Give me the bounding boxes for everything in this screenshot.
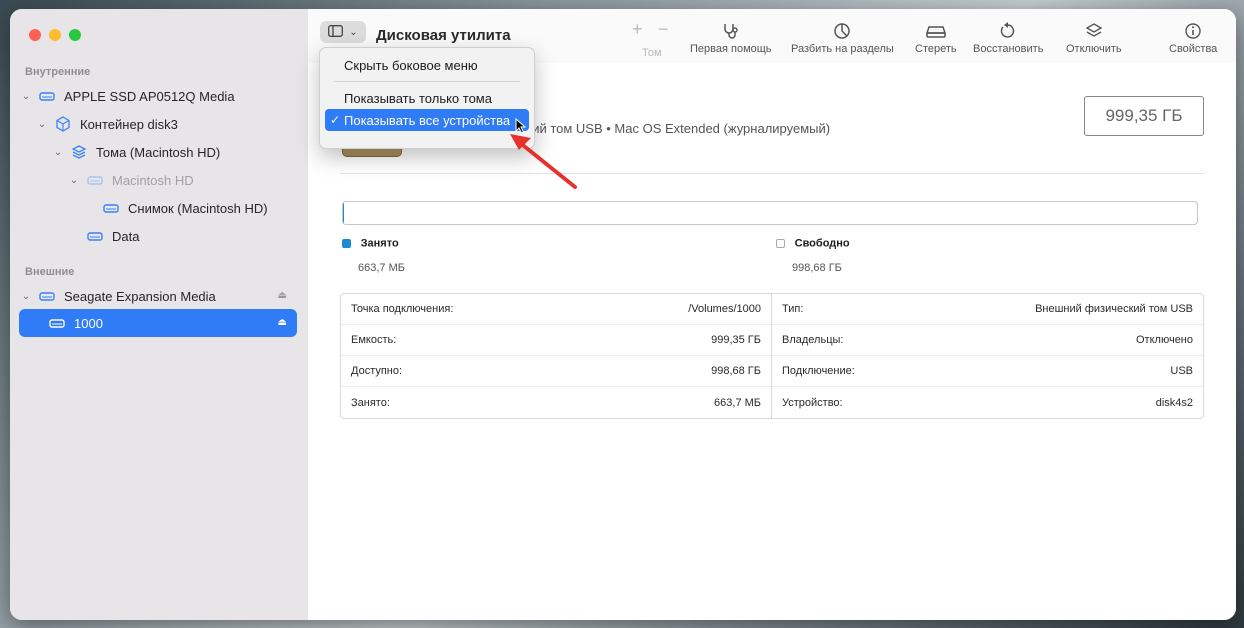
usage-bar	[342, 201, 1198, 225]
add-volume-button[interactable]: +	[632, 19, 643, 39]
sidebar-item-macintosh-hd[interactable]: ⌄ Macintosh HD	[19, 166, 297, 194]
erase-button[interactable]: Стереть	[915, 21, 957, 55]
annotation-arrow-icon	[510, 134, 577, 189]
minimize-window-button[interactable]	[49, 29, 61, 41]
eject-icon[interactable]: ⏏	[278, 317, 287, 328]
chevron-down-icon[interactable]: ⌄	[67, 175, 81, 186]
sidebar-item-data[interactable]: Data	[19, 222, 297, 250]
layers-icon	[71, 144, 87, 160]
volume-label: Том	[642, 47, 662, 59]
chevron-down-icon[interactable]: ⌄	[51, 147, 65, 158]
sidebar-toggle-button[interactable]: ⌄	[320, 21, 366, 43]
chevron-down-icon[interactable]: ⌄	[19, 291, 33, 302]
sidebar-item-container[interactable]: ⌄ Контейнер disk3	[19, 110, 297, 138]
restore-icon	[999, 21, 1017, 41]
unmount-button[interactable]: Отключить	[1066, 21, 1122, 55]
menu-item-hide-sidebar[interactable]: Скрыть боковое меню	[325, 54, 529, 76]
unmount-icon	[1085, 21, 1103, 41]
sidebar-item-volumes-group[interactable]: ⌄ Тома (Macintosh HD)	[19, 138, 297, 166]
disk-icon	[87, 228, 103, 244]
legend-used: Занято 663,7 МБ	[342, 235, 405, 274]
sidebar-icon	[328, 24, 344, 40]
info-row: Тип: Внешний физический том USB	[772, 294, 1203, 325]
close-window-button[interactable]	[29, 29, 41, 41]
legend-free: Свободно 998,68 ГБ	[776, 235, 850, 274]
sidebar-item-1000[interactable]: 1000 ⏏	[19, 309, 297, 337]
sidebar-item-label: Тома (Macintosh HD)	[96, 144, 221, 160]
free-swatch	[776, 239, 785, 249]
chevron-down-icon[interactable]: ⌄	[19, 91, 33, 102]
sidebar-item-label: Data	[112, 228, 140, 244]
info-icon	[1184, 21, 1202, 41]
info-row: Занято: 663,7 МБ	[351, 396, 761, 409]
info-row: Подключение: USB	[772, 356, 1203, 387]
info-row: Устройство: disk4s2	[782, 396, 1193, 409]
partition-button[interactable]: Разбить на разделы	[791, 21, 894, 55]
section-internal: Внутренние	[25, 66, 91, 78]
info-row: Емкость: 999,35 ГБ	[341, 325, 771, 356]
sidebar-item-seagate[interactable]: ⌄ Seagate Expansion Media ⏏	[19, 282, 297, 310]
container-icon	[55, 116, 71, 132]
eraser-icon	[925, 21, 947, 41]
usage-bar-used-fill	[343, 202, 344, 224]
eject-icon[interactable]: ⏏	[278, 290, 287, 301]
capacity-badge: 999,35 ГБ	[1084, 96, 1204, 136]
sidebar-item-snapshot[interactable]: Снимок (Macintosh HD)	[19, 194, 297, 222]
sidebar-view-menu: Скрыть боковое меню Показывать только то…	[319, 47, 535, 149]
sidebar-item-label: APPLE SSD AP0512Q Media	[64, 88, 235, 104]
menu-separator	[334, 81, 520, 82]
menu-item-label: Показывать все устройства	[344, 112, 511, 128]
stethoscope-icon	[721, 21, 741, 41]
sidebar-item-apple-ssd[interactable]: ⌄ APPLE SSD AP0512Q Media	[19, 82, 297, 110]
zoom-window-button[interactable]	[69, 29, 81, 41]
disk-icon	[39, 288, 55, 304]
info-row: Доступно: 998,68 ГБ	[341, 356, 771, 387]
sidebar-item-label: 1000	[74, 315, 103, 331]
disk-icon	[87, 172, 103, 188]
disk-icon	[103, 200, 119, 216]
free-label: Свободно	[794, 237, 850, 250]
disk-icon	[39, 88, 55, 104]
first-aid-button[interactable]: Первая помощь	[690, 21, 772, 55]
chevron-down-icon: ⌄	[349, 26, 358, 38]
info-row: Точка подключения:/Volumes/1000	[341, 294, 771, 325]
info-row: Владельцы: Отключено	[772, 325, 1203, 356]
sidebar-item-label: Macintosh HD	[112, 172, 194, 188]
info-table: Точка подключения:/Volumes/1000 Емкость:…	[340, 293, 1204, 419]
free-value: 998,68 ГБ	[792, 262, 842, 274]
minus-icon: −	[658, 18, 669, 39]
divider	[340, 173, 1204, 174]
disk-icon	[49, 315, 65, 331]
plus-icon: +	[632, 18, 643, 39]
sidebar-item-label: Снимок (Macintosh HD)	[128, 200, 268, 216]
sidebar-item-label: Контейнер disk3	[80, 116, 178, 132]
restore-button[interactable]: Восстановить	[973, 21, 1043, 55]
pie-chart-icon	[833, 21, 851, 41]
remove-volume-button[interactable]: −	[658, 19, 669, 39]
used-swatch	[342, 239, 351, 249]
disk-utility-window: Внутренние ⌄ APPLE SSD AP0512Q Media ⌄ К…	[10, 9, 1236, 620]
info-column-left: Точка подключения:/Volumes/1000 Емкость:…	[341, 294, 772, 418]
menu-item-show-all-devices[interactable]: ✓ Показывать все устройства	[325, 109, 529, 131]
info-button[interactable]: Свойства	[1169, 21, 1217, 55]
chevron-down-icon[interactable]: ⌄	[35, 119, 49, 130]
info-column-right: Тип: Внешний физический том USB Владельцы…	[772, 294, 1203, 418]
used-value: 663,7 МБ	[358, 262, 405, 274]
menu-item-show-volumes[interactable]: Показывать только тома	[325, 87, 529, 109]
used-label: Занято	[360, 237, 399, 250]
app-title: Дисковая утилита	[376, 27, 511, 44]
sidebar: Внутренние ⌄ APPLE SSD AP0512Q Media ⌄ К…	[10, 9, 309, 620]
sidebar-item-label: Seagate Expansion Media	[64, 288, 216, 304]
checkmark-icon: ✓	[330, 113, 341, 127]
section-external: Внешние	[25, 266, 75, 278]
